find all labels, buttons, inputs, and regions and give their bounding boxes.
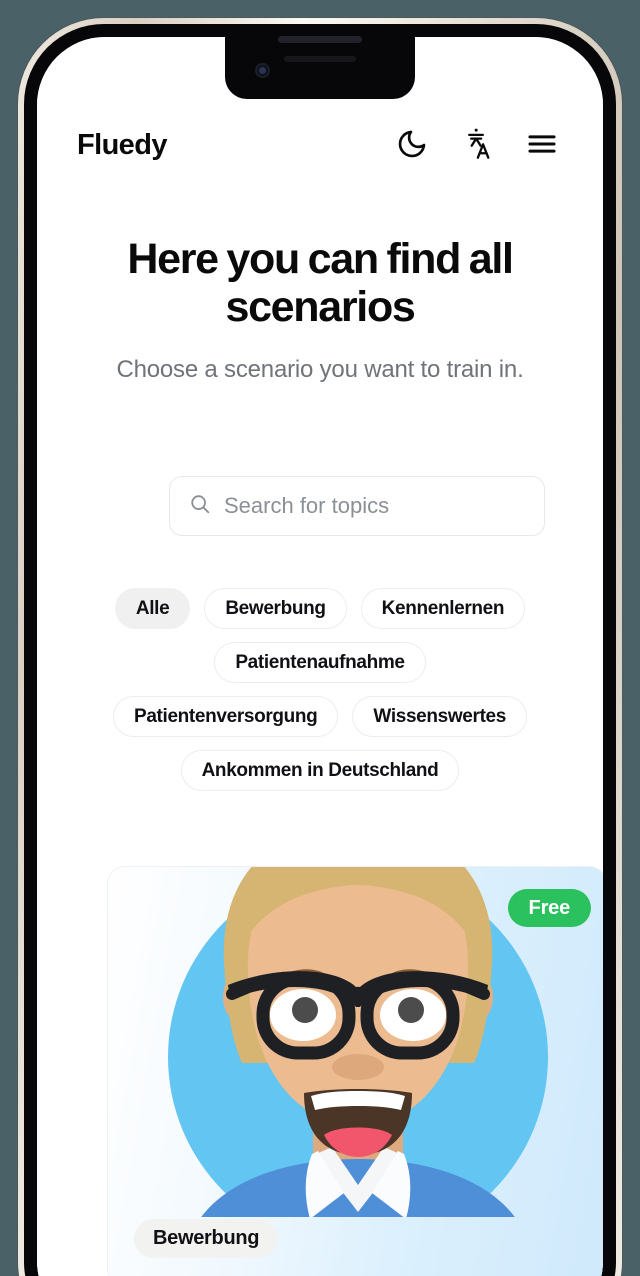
- app-header: Fluedy: [37, 115, 603, 175]
- search-input[interactable]: [224, 493, 525, 519]
- hero-section: Here you can find all scenarios Choose a…: [37, 235, 603, 384]
- filter-chip-wissenswertes[interactable]: Wissenswertes: [352, 696, 527, 737]
- translate-icon: [460, 127, 494, 164]
- scenario-category-tag[interactable]: Bewerbung: [134, 1219, 279, 1258]
- filter-chip-alle[interactable]: Alle: [114, 588, 191, 629]
- filter-chip-bewerbung[interactable]: Bewerbung: [204, 588, 347, 629]
- phone-screen: Fluedy Here you can find all scenarios C…: [37, 37, 603, 1276]
- phone-mockup-stage: Fluedy Here you can find all scenarios C…: [0, 0, 640, 1276]
- search-icon: [189, 493, 211, 520]
- page-subtitle: Choose a scenario you want to train in.: [116, 356, 524, 384]
- display-notch: [225, 37, 415, 99]
- filter-chip-kennenlernen[interactable]: Kennenlernen: [360, 588, 526, 629]
- moon-icon: [396, 128, 428, 163]
- filter-chip-patientenversorgung[interactable]: Patientenversorgung: [113, 696, 339, 737]
- front-camera-icon: [255, 63, 270, 78]
- earpiece-grille: [278, 36, 362, 43]
- language-toggle-button[interactable]: [458, 126, 496, 164]
- phone-bezel: Fluedy Here you can find all scenarios C…: [24, 24, 616, 1276]
- filter-chip-group: Alle Bewerbung Kennenlernen Patientenauf…: [97, 588, 543, 791]
- filter-chip-ankommen-in-deutschland[interactable]: Ankommen in Deutschland: [180, 750, 460, 791]
- phone-frame: Fluedy Here you can find all scenarios C…: [18, 18, 622, 1276]
- page-title: Here you can find all scenarios: [127, 235, 514, 332]
- app-page: Fluedy Here you can find all scenarios C…: [37, 37, 603, 1276]
- hamburger-menu-icon: [525, 127, 559, 164]
- speaker-slot: [284, 56, 356, 62]
- dark-mode-toggle-button[interactable]: [393, 126, 431, 164]
- menu-button[interactable]: [523, 126, 561, 164]
- search-section: [169, 476, 545, 536]
- scenario-card[interactable]: Free Bewerbung: [107, 866, 603, 1276]
- filter-chip-patientenaufnahme[interactable]: Patientenaufnahme: [214, 642, 426, 683]
- app-logo[interactable]: Fluedy: [77, 130, 167, 160]
- header-actions: [393, 126, 561, 164]
- search-box[interactable]: [169, 476, 545, 536]
- status-badge-free: Free: [507, 889, 591, 927]
